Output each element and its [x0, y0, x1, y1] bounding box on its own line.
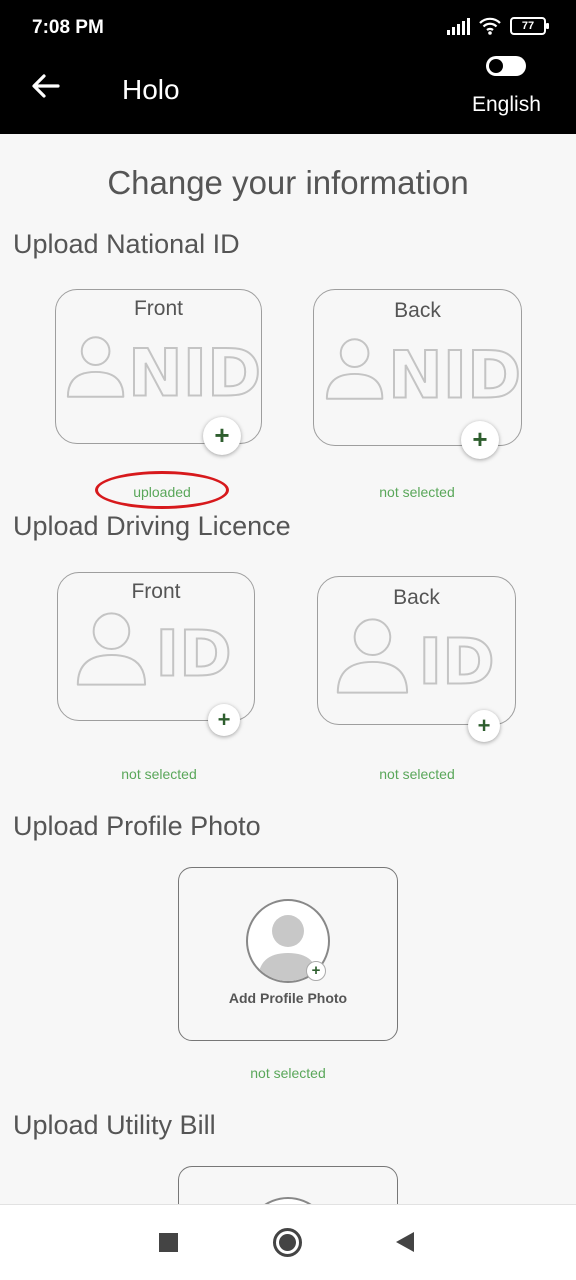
section-title-utility-bill: Upload Utility Bill	[13, 1110, 216, 1140]
person-icon	[325, 338, 384, 400]
add-driving-licence-front-button[interactable]: +	[208, 704, 240, 736]
status-icons: 77	[447, 16, 549, 36]
id-text: ID	[419, 625, 495, 695]
battery-icon: 77	[510, 17, 549, 35]
nid-text: NID	[388, 338, 521, 404]
add-national-id-back-button[interactable]: +	[461, 421, 499, 459]
nid-text: NID	[128, 336, 261, 402]
national-id-back-status: not selected	[379, 484, 455, 500]
app-title: Holo	[122, 74, 180, 105]
card-label: Back	[393, 586, 440, 609]
dl-back-graphic: ID	[336, 618, 496, 695]
person-icon	[66, 336, 125, 398]
add-national-id-front-button[interactable]: +	[203, 417, 241, 455]
status-bar: 7:08 PM 77	[0, 0, 576, 56]
section-title-national-id: Upload National ID	[13, 229, 240, 259]
driving-licence-front-status: not selected	[121, 766, 197, 782]
nav-back-icon[interactable]	[396, 1232, 414, 1252]
add-profile-photo-label: Add Profile Photo	[228, 990, 348, 1006]
system-nav-bar	[0, 1204, 576, 1280]
section-title-driving-licence: Upload Driving Licence	[13, 511, 291, 541]
national-id-back-card[interactable]: Back NID +	[313, 289, 522, 459]
national-id-front-card[interactable]: Front NID +	[55, 289, 262, 455]
main-content: Change your information Upload National …	[0, 134, 576, 1204]
avatar-placeholder-icon	[264, 1197, 312, 1204]
status-time: 7:08 PM	[32, 17, 104, 38]
app-bar: Holo English	[0, 56, 576, 134]
nav-recents-icon[interactable]	[159, 1233, 178, 1252]
section-title-profile-photo: Upload Profile Photo	[13, 811, 261, 841]
person-icon	[76, 612, 147, 686]
wifi-icon	[479, 17, 501, 35]
driving-licence-front-card[interactable]: Front ID +	[57, 572, 255, 736]
add-profile-photo-button[interactable]: + Add Profile Photo	[178, 867, 398, 1041]
utility-bill-card[interactable]	[178, 1166, 398, 1204]
id-text: ID	[156, 617, 232, 689]
signal-icon	[447, 17, 470, 35]
dl-front-graphic: ID	[76, 612, 233, 689]
national-id-front-status: uploaded	[133, 484, 191, 500]
driving-licence-back-status: not selected	[379, 766, 455, 782]
driving-licence-back-card[interactable]: Back ID +	[317, 576, 516, 742]
nid-front-graphic: NID	[66, 335, 261, 402]
person-icon	[336, 618, 409, 694]
plus-icon: +	[306, 961, 326, 981]
back-arrow-icon[interactable]	[26, 66, 66, 106]
card-label: Front	[133, 297, 183, 320]
nid-back-graphic: NID	[325, 337, 521, 404]
nav-home-icon[interactable]	[273, 1228, 302, 1257]
card-label: Back	[394, 299, 441, 322]
card-label: Front	[131, 580, 181, 603]
page-title: Change your information	[107, 164, 469, 201]
toggle-icon[interactable]	[486, 56, 526, 76]
profile-photo-status: not selected	[250, 1065, 326, 1081]
add-driving-licence-back-button[interactable]: +	[468, 710, 500, 742]
language-label[interactable]: English	[472, 93, 541, 117]
